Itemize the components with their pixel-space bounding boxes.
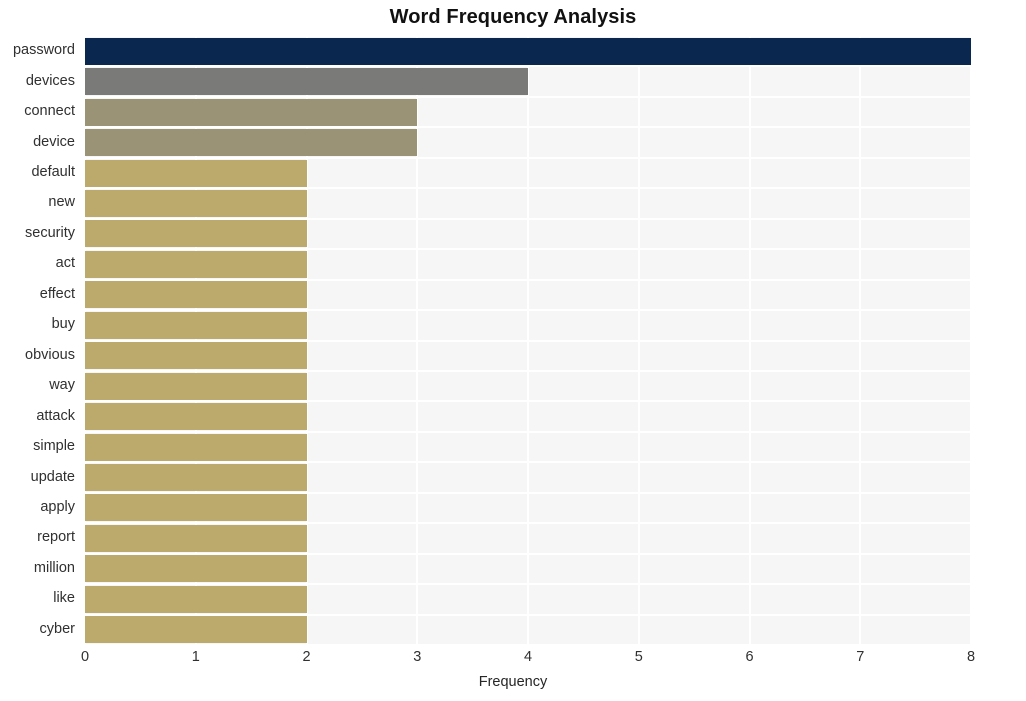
y-tick-label-cyber: cyber xyxy=(39,620,75,637)
bar-fill xyxy=(85,555,307,583)
y-axis-tick-labels: password devices connect device default new se… xyxy=(0,36,80,645)
y-tick-label-effect: effect xyxy=(39,285,75,302)
x-tick-label-0: 0 xyxy=(80,649,90,665)
x-tick-label-5: 5 xyxy=(634,649,643,665)
gridline-horizontal xyxy=(85,248,971,251)
x-tick-label-7: 7 xyxy=(856,649,865,665)
bar-fill xyxy=(85,403,307,431)
bar-fill xyxy=(85,37,971,65)
bar-cyber[interactable] xyxy=(85,616,307,644)
bar-fill xyxy=(85,311,307,339)
gridline-horizontal xyxy=(85,65,971,68)
chart-title: Word Frequency Analysis xyxy=(389,6,637,28)
y-tick-label-act: act xyxy=(55,255,75,272)
bar-fill xyxy=(85,585,307,613)
bar-fill xyxy=(85,98,418,126)
gridline-horizontal xyxy=(85,461,971,464)
bar-apply[interactable] xyxy=(85,494,307,522)
bar-buy[interactable] xyxy=(85,311,307,339)
y-tick-label-security: security xyxy=(25,224,75,241)
bar-new[interactable] xyxy=(85,189,307,217)
gridline-horizontal xyxy=(85,187,971,190)
bar-password[interactable] xyxy=(85,37,971,65)
bar-way[interactable] xyxy=(85,372,307,400)
bar-fill xyxy=(85,129,418,157)
bar-fill xyxy=(85,524,307,552)
gridline-horizontal xyxy=(85,126,971,129)
bar-attack[interactable] xyxy=(85,403,307,431)
gridline-horizontal xyxy=(85,522,971,525)
bar-like[interactable] xyxy=(85,585,307,613)
y-tick-label-report: report xyxy=(37,529,75,546)
x-tick-label-8: 8 xyxy=(966,649,976,665)
y-tick-label-simple: simple xyxy=(33,438,75,455)
bar-fill xyxy=(85,372,307,400)
bar-act[interactable] xyxy=(85,250,307,278)
word-frequency-chart-figure: Word Frequency Analysis password devices c… xyxy=(0,0,1026,701)
bar-fill xyxy=(85,189,307,217)
gridline-horizontal xyxy=(85,35,971,37)
bar-security[interactable] xyxy=(85,220,307,248)
x-tick-label-3: 3 xyxy=(413,649,422,665)
y-tick-label-like: like xyxy=(53,590,75,607)
y-tick-label-obvious: obvious xyxy=(25,346,75,363)
gridline-horizontal xyxy=(85,400,971,403)
plot-area xyxy=(84,35,972,646)
bar-report[interactable] xyxy=(85,524,307,552)
bar-connect[interactable] xyxy=(85,98,418,126)
x-tick-label-4: 4 xyxy=(523,649,533,665)
bar-effect[interactable] xyxy=(85,281,307,309)
y-tick-label-apply: apply xyxy=(40,498,75,515)
y-tick-label-devices: devices xyxy=(25,72,75,89)
bar-fill xyxy=(85,494,307,522)
bar-fill xyxy=(85,220,307,248)
y-tick-label-device: device xyxy=(33,133,75,150)
x-tick-label-1: 1 xyxy=(191,649,200,665)
gridline-horizontal xyxy=(85,156,971,159)
x-axis-tick-labels: 0 1 2 3 4 5 6 7 8 xyxy=(0,649,1026,673)
bar-fill xyxy=(85,464,307,492)
gridline-horizontal xyxy=(85,491,971,494)
y-tick-label-million: million xyxy=(33,559,75,576)
bar-fill xyxy=(85,433,307,461)
bar-simple[interactable] xyxy=(85,433,307,461)
y-tick-label-buy: buy xyxy=(51,316,75,333)
bar-fill xyxy=(85,616,307,644)
x-tick-label-2: 2 xyxy=(302,649,311,665)
gridline-horizontal xyxy=(85,217,971,220)
y-tick-label-password: password xyxy=(12,42,75,59)
x-tick-label-6: 6 xyxy=(745,649,754,665)
gridline-horizontal xyxy=(85,430,971,433)
gridline-horizontal xyxy=(85,278,971,281)
gridline-horizontal xyxy=(85,644,971,646)
bar-fill xyxy=(85,281,307,309)
y-tick-label-default: default xyxy=(31,164,75,181)
bar-fill xyxy=(85,68,528,96)
gridline-horizontal xyxy=(85,369,971,372)
bar-devices[interactable] xyxy=(85,68,528,96)
y-tick-label-new: new xyxy=(48,194,75,211)
bar-obvious[interactable] xyxy=(85,342,307,370)
y-tick-label-way: way xyxy=(49,377,75,394)
bar-fill xyxy=(85,342,307,370)
bar-device[interactable] xyxy=(85,129,418,157)
y-tick-label-connect: connect xyxy=(24,103,75,120)
gridline-horizontal xyxy=(85,583,971,586)
x-axis-label: Frequency xyxy=(478,674,548,690)
bar-default[interactable] xyxy=(85,159,307,187)
y-tick-label-update: update xyxy=(30,468,75,485)
bar-fill xyxy=(85,159,307,187)
bar-fill xyxy=(85,250,307,278)
gridline-horizontal xyxy=(85,613,971,616)
gridline-horizontal xyxy=(85,552,971,555)
gridline-horizontal xyxy=(85,95,971,98)
gridline-horizontal xyxy=(85,339,971,342)
bar-update[interactable] xyxy=(85,464,307,492)
bar-million[interactable] xyxy=(85,555,307,583)
y-tick-label-attack: attack xyxy=(36,407,75,424)
gridline-horizontal xyxy=(85,309,971,312)
